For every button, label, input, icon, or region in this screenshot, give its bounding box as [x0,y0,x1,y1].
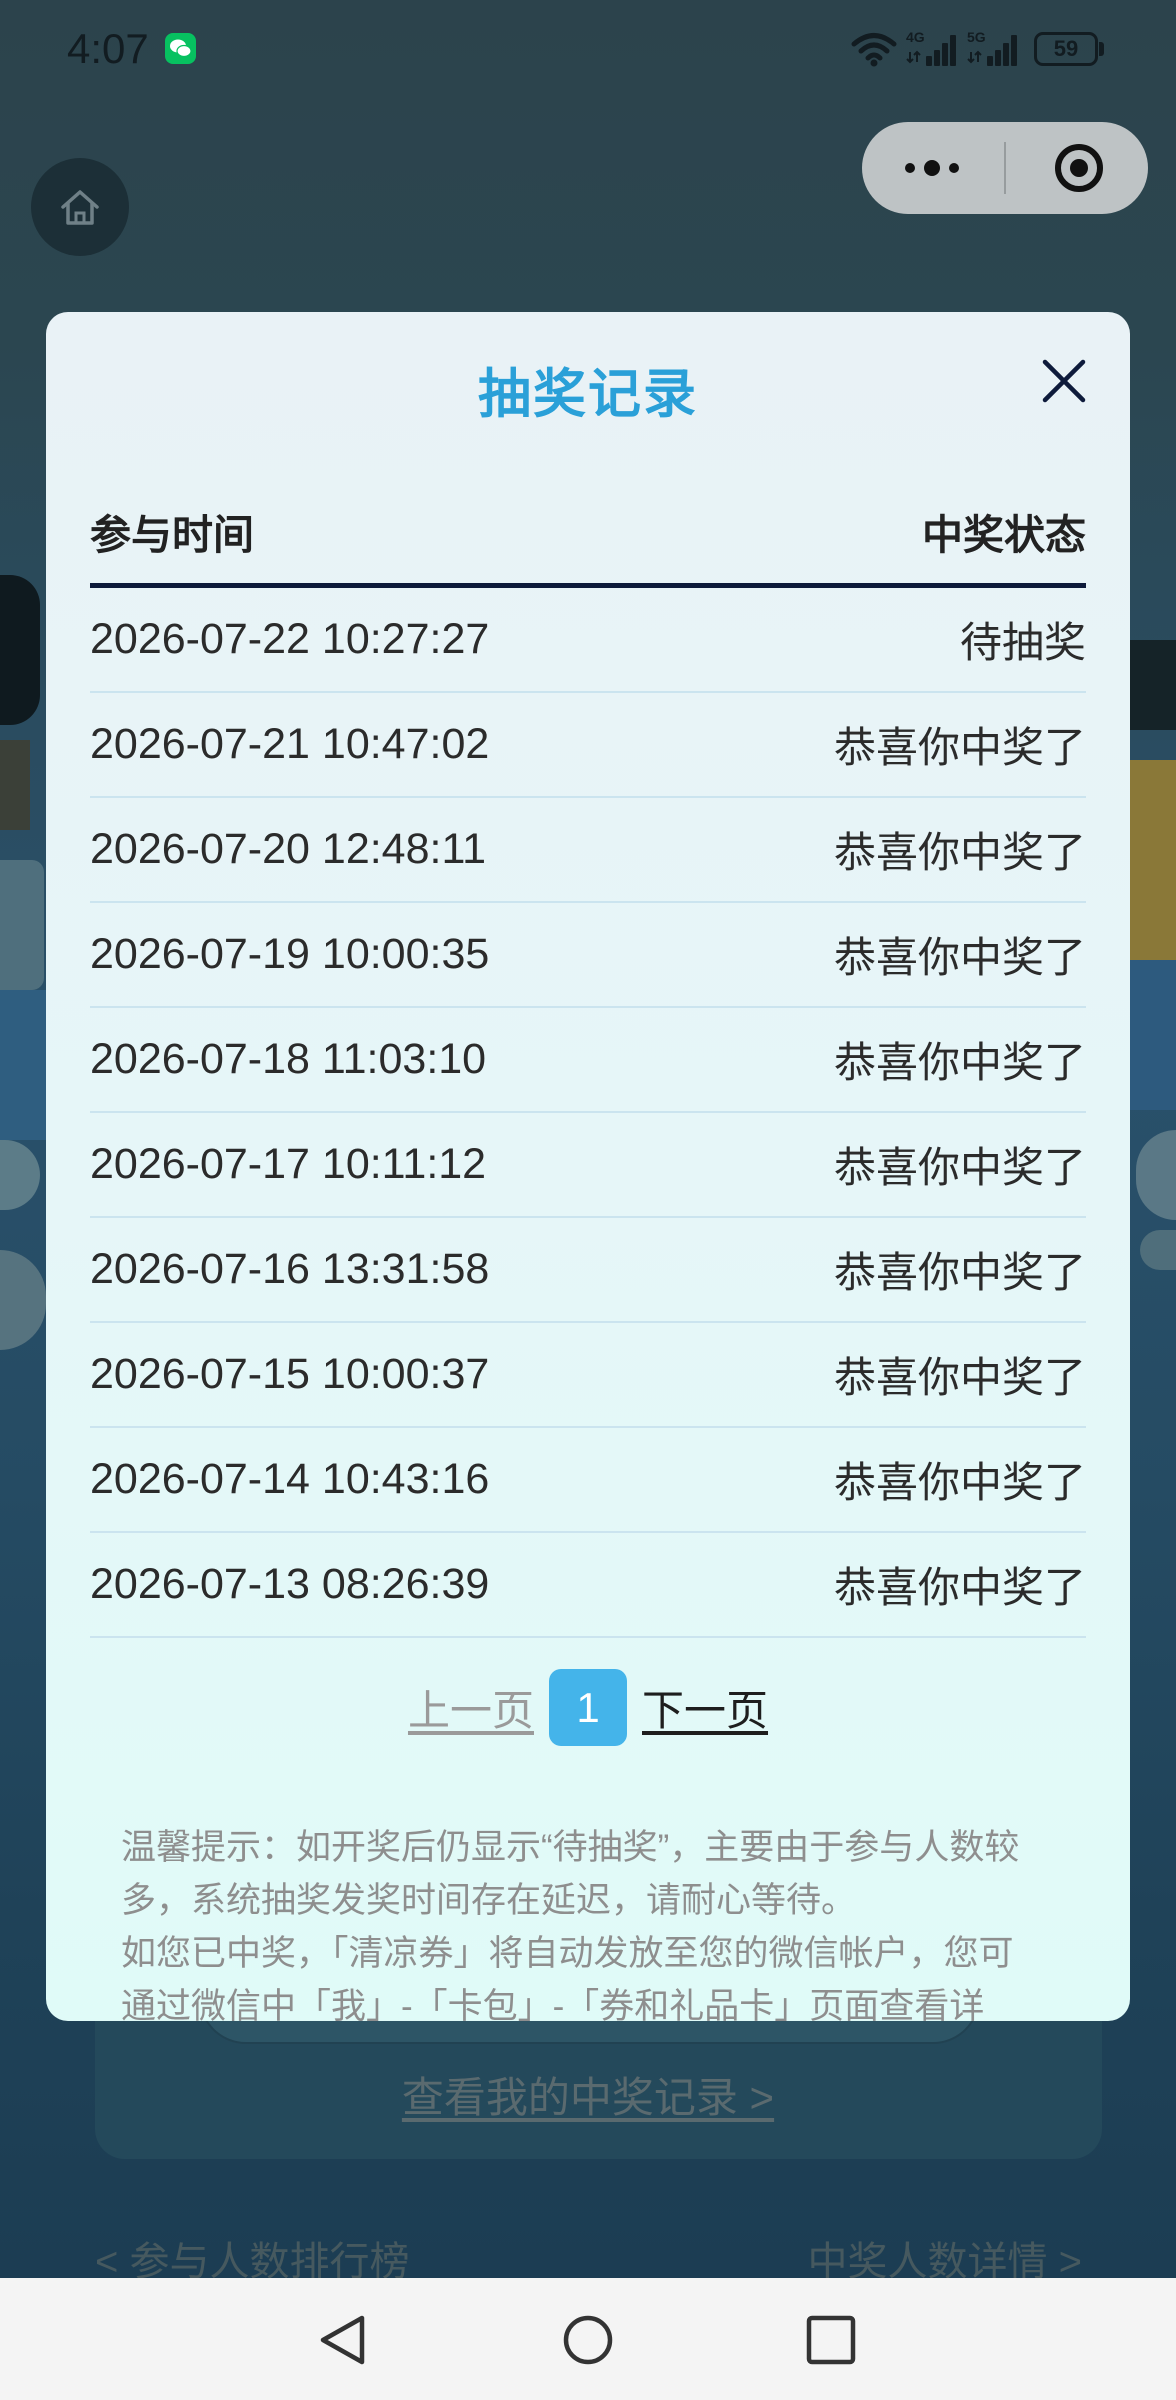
view-my-records-link: 查看我的中奖记录 > [0,2072,1176,2124]
background-illustration-figure [0,575,40,725]
back-triangle-icon[interactable] [318,2315,368,2365]
table-row: 2026-07-17 10:11:12 恭喜你中奖了 [90,1113,1086,1218]
record-time: 2026-07-20 12:48:11 [90,825,487,873]
record-status: 恭喜你中奖了 [833,829,1086,876]
close-icon[interactable] [1040,357,1088,405]
table-row: 2026-07-15 10:00:37 恭喜你中奖了 [90,1323,1086,1428]
next-page-link[interactable]: 下一页 [642,1677,768,1738]
tip-line: 多，系统抽奖发奖时间存在延迟，请耐心等待。 [121,1881,857,1920]
more-dots-icon[interactable] [892,148,972,188]
table-header: 参与时间 中奖状态 [90,501,1086,561]
record-status: 待抽奖 [959,619,1086,666]
background-illustration-wave [1130,960,1176,1110]
signal-1-label: 4G [906,29,925,45]
signal-4g-icon: 4G [906,30,960,68]
column-header-status: 中奖状态 [922,512,1086,558]
target-icon[interactable] [1051,140,1107,196]
current-page-button[interactable]: 1 [549,1669,627,1746]
status-time: 4:07 [67,25,149,72]
record-status: 恭喜你中奖了 [833,1564,1086,1611]
tip-line: 通过微信中「我」-「卡包」-「券和礼品卡」页面查看详 [121,1987,985,2021]
table-row: 2026-07-19 10:00:35 恭喜你中奖了 [90,903,1086,1008]
table-row: 2026-07-18 11:03:10 恭喜你中奖了 [90,1008,1086,1113]
record-status: 恭喜你中奖了 [833,1144,1086,1191]
home-button[interactable] [31,158,129,256]
record-time: 2026-07-21 10:47:02 [90,720,490,768]
table-row: 2026-07-16 13:31:58 恭喜你中奖了 [90,1218,1086,1323]
battery-icon: 59 [1034,32,1098,66]
prev-page-link[interactable]: 上一页 [408,1677,534,1738]
tip-line: 如您已中奖，「清凉券」将自动发放至您的微信帐户，您可 [121,1934,1014,1973]
wechat-icon [165,33,196,64]
signal-2-label: 5G [967,29,986,45]
record-time: 2026-07-17 10:11:12 [90,1140,487,1188]
record-time: 2026-07-13 08:26:39 [90,1560,490,1608]
record-status: 恭喜你中奖了 [833,1354,1086,1401]
view-my-records-label: 查看我的中奖记录 > [401,2074,775,2121]
capsule-divider [1004,142,1006,194]
tip-text: 温馨提示：如开奖后仍显示“待抽奖”，主要由于参与人数较 多，系统抽奖发奖时间存在… [121,1821,1101,2021]
home-icon [61,190,99,225]
recents-square-icon[interactable] [806,2315,856,2365]
table-row: 2026-07-22 10:27:27 待抽奖 [90,588,1086,693]
record-time: 2026-07-19 10:00:35 [90,930,490,978]
record-status: 恭喜你中奖了 [833,724,1086,771]
record-time: 2026-07-16 13:31:58 [90,1245,490,1293]
home-circle-icon[interactable] [563,2315,613,2365]
background-illustration-vest [1130,760,1176,960]
record-status: 恭喜你中奖了 [833,1039,1086,1086]
record-time: 2026-07-15 10:00:37 [90,1350,490,1398]
lottery-records-modal: 抽奖记录 参与时间 中奖状态 2026-07-22 10:27:27 待抽奖 2… [46,312,1130,2021]
table-row: 2026-07-13 08:26:39 恭喜你中奖了 [90,1533,1086,1638]
capsule-menu [862,122,1148,214]
records-table: 2026-07-22 10:27:27 待抽奖 2026-07-21 10:47… [90,588,1086,1638]
column-header-time: 参与时间 [90,512,254,558]
battery-nub [1099,42,1104,56]
background-illustration-wave [0,990,46,1140]
background-illustration-bubble [1136,1130,1176,1220]
system-nav-bar [0,2278,1176,2400]
background-illustration-figure [1130,640,1176,730]
background-illustration-figure [0,740,30,830]
record-status: 恭喜你中奖了 [833,934,1086,981]
table-row: 2026-07-21 10:47:02 恭喜你中奖了 [90,693,1086,798]
record-status: 恭喜你中奖了 [833,1249,1086,1296]
table-row: 2026-07-14 10:43:16 恭喜你中奖了 [90,1428,1086,1533]
status-bar: 4:07 4G 5G 59 [0,0,1176,100]
record-time: 2026-07-22 10:27:27 [90,615,490,663]
record-time: 2026-07-14 10:43:16 [90,1455,490,1503]
signal-5g-icon: 5G [967,30,1021,68]
table-row: 2026-07-20 12:48:11 恭喜你中奖了 [90,798,1086,903]
background-illustration-bubble [0,1250,46,1350]
tip-line: 温馨提示：如开奖后仍显示“待抽奖”，主要由于参与人数较 [121,1828,1020,1867]
modal-title: 抽奖记录 [478,365,698,424]
pagination: 上一页 1 下一页 [46,1669,1130,1746]
background-illustration-cloth [0,860,44,990]
record-status: 恭喜你中奖了 [833,1459,1086,1506]
background-illustration-bubble [0,1140,40,1210]
wifi-icon [851,31,897,67]
background-illustration-bubble [1140,1230,1176,1270]
record-time: 2026-07-18 11:03:10 [90,1035,487,1083]
